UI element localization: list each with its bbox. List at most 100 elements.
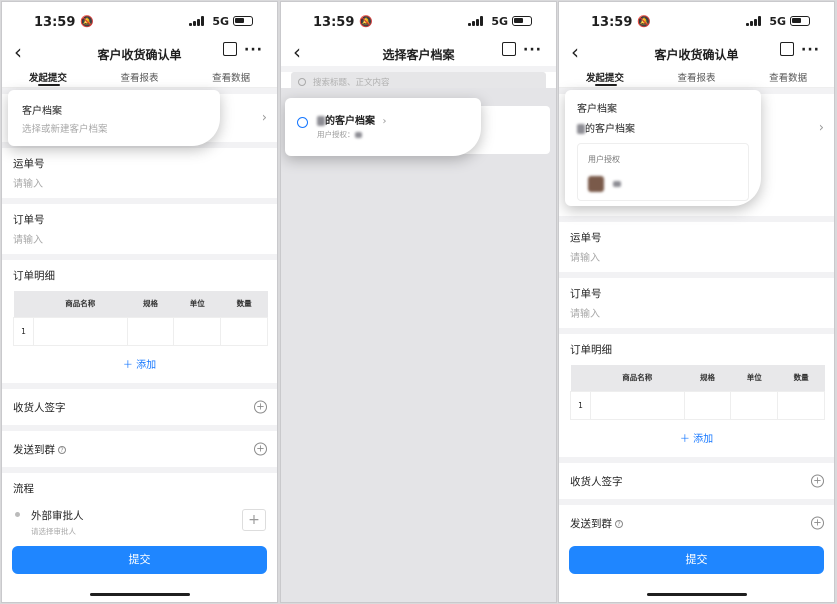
send-group-field[interactable]: 发送到群? +: [2, 430, 277, 467]
status-time: 13:59: [591, 15, 633, 30]
table-cell[interactable]: [590, 390, 685, 420]
table-cell[interactable]: [777, 390, 825, 420]
signal-icon: [746, 16, 762, 26]
share-icon[interactable]: [502, 42, 516, 56]
order-field[interactable]: 订单号 请输入: [559, 278, 834, 328]
table-row: 1: [13, 316, 268, 346]
redacted-name: [317, 116, 325, 126]
column-header: 商品名称: [33, 291, 128, 317]
mute-icon: 🔕: [637, 15, 651, 28]
column-header: 数量: [220, 291, 268, 317]
status-bar: 13:59 🔕 5G: [281, 2, 556, 42]
row-index: 1: [570, 390, 591, 420]
tab-report[interactable]: 查看报表: [94, 70, 186, 84]
network-type: 5G: [769, 15, 786, 28]
network-type: 5G: [491, 15, 508, 28]
mute-icon: 🔕: [80, 15, 94, 28]
chevron-right-icon: ›: [818, 120, 824, 136]
redacted-user: [354, 132, 362, 138]
send-group-label: 发送到群: [570, 517, 612, 530]
radio-button[interactable]: [297, 117, 308, 128]
tab-data[interactable]: 查看数据: [185, 70, 277, 84]
waybill-input[interactable]: 请输入: [570, 249, 823, 264]
battery-icon: [790, 16, 810, 26]
flow-approver[interactable]: 外部审批人 请选择审批人: [13, 508, 266, 537]
share-icon[interactable]: [223, 42, 237, 56]
nav-bar: ‹ 客户收货确认单 ···: [559, 40, 834, 66]
add-approver-button[interactable]: +: [242, 508, 266, 531]
consignee-sign-label: 收货人签字: [13, 401, 66, 414]
consignee-sign-field[interactable]: 收货人签字 +: [559, 462, 834, 499]
order-detail-table: 商品名称 规格 单位 数量 1: [570, 365, 825, 420]
home-indicator: [89, 593, 190, 596]
tab-underline: [38, 84, 60, 86]
consignee-sign-label: 收货人签字: [570, 475, 623, 488]
flow-label: 流程: [13, 482, 34, 495]
tab-report[interactable]: 查看报表: [651, 70, 743, 84]
column-header: 商品名称: [590, 365, 685, 391]
table-cell[interactable]: [220, 316, 268, 346]
tab-submit[interactable]: 发起提交: [2, 70, 94, 84]
help-icon[interactable]: ?: [58, 445, 66, 454]
home-indicator: [646, 593, 747, 596]
row-index: 1: [13, 316, 34, 346]
help-icon[interactable]: ?: [615, 519, 623, 528]
add-row-button[interactable]: ＋ 添加: [13, 346, 266, 375]
table-cell[interactable]: [33, 316, 128, 346]
footer: 提交: [559, 540, 834, 602]
order-detail-table: 商品名称 规格 单位 数量 1: [13, 291, 268, 346]
signal-icon: [189, 16, 205, 26]
status-bar: 13:59 🔕 5G: [2, 2, 277, 42]
tab-data[interactable]: 查看数据: [742, 70, 834, 84]
more-icon[interactable]: ···: [523, 42, 542, 58]
column-header: 数量: [777, 365, 825, 391]
order-detail-section: 订单明细 商品名称 规格 单位 数量 1 ＋ 添加: [559, 334, 834, 457]
search-placeholder: 搜索标题、正文内容: [313, 78, 390, 88]
nav-bar: ‹ 选择客户档案 ···: [281, 40, 556, 66]
order-field[interactable]: 订单号 请输入: [2, 204, 277, 254]
column-header: 规格: [684, 365, 731, 391]
share-icon[interactable]: [780, 42, 794, 56]
add-row-label: 添加: [693, 433, 714, 445]
waybill-field[interactable]: 运单号 请输入: [559, 222, 834, 272]
list-background: [281, 88, 556, 602]
table-cell[interactable]: [126, 316, 175, 346]
submit-button[interactable]: 提交: [12, 546, 267, 574]
approver-placeholder: 请选择审批人: [31, 526, 76, 536]
add-row-button[interactable]: ＋ 添加: [570, 420, 823, 449]
add-circle-icon[interactable]: +: [811, 474, 824, 487]
customer-list-item[interactable]: 的客户档案 › 用户授权：: [285, 98, 481, 156]
table-cell[interactable]: [173, 316, 222, 346]
order-input[interactable]: 请输入: [570, 305, 823, 320]
table-cell[interactable]: [730, 390, 779, 420]
chevron-right-icon: ›: [261, 110, 267, 126]
customer-field-callout[interactable]: 客户档案 选择或新建客户档案: [8, 90, 220, 146]
tab-bar: 发起提交 查看报表 查看数据: [559, 66, 834, 88]
table-cell[interactable]: [683, 390, 732, 420]
column-header: 规格: [127, 291, 174, 317]
tab-submit[interactable]: 发起提交: [559, 70, 651, 84]
waybill-input[interactable]: 请输入: [13, 175, 266, 190]
battery-icon: [233, 16, 253, 26]
order-detail-section: 订单明细 商品名称 规格 单位 数量 1 ＋ 添加: [2, 260, 277, 383]
waybill-field[interactable]: 运单号 请输入: [2, 148, 277, 198]
mute-icon: 🔕: [359, 15, 373, 28]
chevron-right-icon: ›: [382, 116, 387, 127]
add-circle-icon[interactable]: +: [254, 400, 267, 413]
send-group-field[interactable]: 发送到群? +: [559, 504, 834, 541]
nav-bar: ‹ 客户收货确认单 ···: [2, 40, 277, 66]
more-icon[interactable]: ···: [801, 42, 820, 58]
consignee-sign-field[interactable]: 收货人签字 +: [2, 388, 277, 425]
footer: 提交: [2, 540, 277, 602]
more-icon[interactable]: ···: [244, 42, 263, 58]
order-input[interactable]: 请输入: [13, 231, 266, 246]
submit-button[interactable]: 提交: [569, 546, 824, 574]
customer-field-callout[interactable]: 客户档案 的客户档案 用户授权: [565, 90, 761, 206]
approver-label: 外部审批人: [31, 509, 84, 522]
add-circle-icon[interactable]: +: [254, 442, 267, 455]
battery-icon: [512, 16, 532, 26]
column-header: 单位: [173, 291, 221, 317]
add-circle-icon[interactable]: +: [811, 516, 824, 529]
send-group-label: 发送到群: [13, 443, 55, 456]
flow-node-icon: [15, 511, 20, 517]
